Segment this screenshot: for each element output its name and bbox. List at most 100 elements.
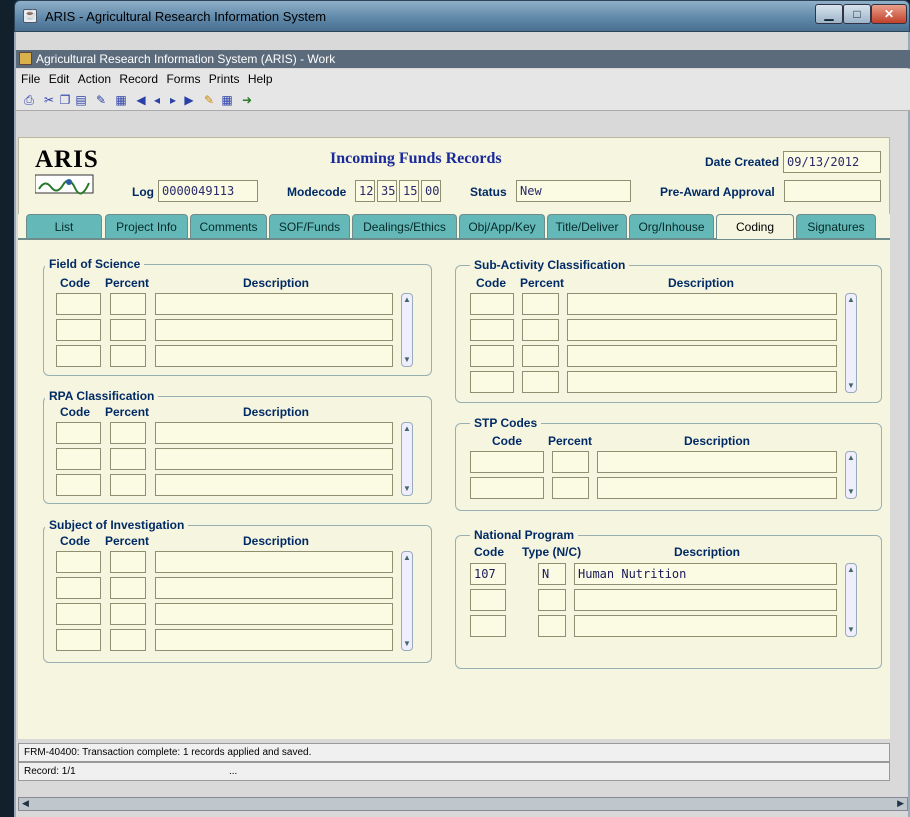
fos-percent-1[interactable] xyxy=(110,293,146,315)
modecode-field-4[interactable]: 00 xyxy=(421,180,441,202)
rpa-desc-3[interactable] xyxy=(155,474,393,496)
tab-sof-funds[interactable]: SOF/Funds xyxy=(269,214,350,238)
np-desc-3[interactable] xyxy=(574,615,837,637)
stp-scrollbar[interactable]: ▲ ▼ xyxy=(845,451,857,499)
tab-project-info[interactable]: Project Info xyxy=(105,214,188,238)
fos-desc-1[interactable] xyxy=(155,293,393,315)
modecode-field-1[interactable]: 12 xyxy=(355,180,375,202)
tab-dealings-ethics[interactable]: Dealings/Ethics xyxy=(352,214,457,238)
sac-code-1[interactable] xyxy=(470,293,514,315)
rpa-percent-1[interactable] xyxy=(110,422,146,444)
menu-help[interactable]: Help xyxy=(248,72,273,86)
rpa-code-3[interactable] xyxy=(56,474,101,496)
rpa-scrollbar[interactable]: ▲ ▼ xyxy=(401,422,413,496)
soi-code-4[interactable] xyxy=(56,629,101,651)
sac-code-4[interactable] xyxy=(470,371,514,393)
menu-action[interactable]: Action xyxy=(78,72,111,86)
fos-code-2[interactable] xyxy=(56,319,101,341)
np-code-1[interactable]: 107 xyxy=(470,563,506,585)
soi-code-2[interactable] xyxy=(56,577,101,599)
soi-desc-2[interactable] xyxy=(155,577,393,599)
menu-edit[interactable]: Edit xyxy=(49,72,70,86)
date-created-field[interactable]: 09/13/2012 xyxy=(783,151,881,173)
rpa-code-1[interactable] xyxy=(56,422,101,444)
fos-percent-3[interactable] xyxy=(110,345,146,367)
rpa-desc-1[interactable] xyxy=(155,422,393,444)
tab-obj-app-key[interactable]: Obj/App/Key xyxy=(459,214,545,238)
scroll-up-icon[interactable]: ▲ xyxy=(403,296,411,304)
rpa-percent-3[interactable] xyxy=(110,474,146,496)
minimize-button[interactable]: ▁ xyxy=(815,4,843,24)
np-code-3[interactable] xyxy=(470,615,506,637)
scroll-up-icon[interactable]: ▲ xyxy=(847,566,855,574)
edit-icon[interactable]: ✎ xyxy=(94,93,108,107)
scroll-right-icon[interactable]: ▶ xyxy=(897,798,904,809)
rpa-desc-2[interactable] xyxy=(155,448,393,470)
rpa-code-2[interactable] xyxy=(56,448,101,470)
soi-code-1[interactable] xyxy=(56,551,101,573)
tab-org-inhouse[interactable]: Org/Inhouse xyxy=(629,214,714,238)
sac-code-3[interactable] xyxy=(470,345,514,367)
scroll-up-icon[interactable]: ▲ xyxy=(847,454,855,462)
query-icon[interactable]: ▦ xyxy=(114,93,128,107)
sac-percent-1[interactable] xyxy=(522,293,559,315)
scroll-up-icon[interactable]: ▲ xyxy=(847,296,855,304)
stp-percent-1[interactable] xyxy=(552,451,589,473)
tab-coding[interactable]: Coding xyxy=(716,214,794,239)
np-type-1[interactable]: N xyxy=(538,563,566,585)
horizontal-scrollbar[interactable]: ◀ ▶ xyxy=(18,797,908,811)
sac-desc-4[interactable] xyxy=(567,371,837,393)
soi-desc-3[interactable] xyxy=(155,603,393,625)
save-icon[interactable]: ✎ xyxy=(202,93,216,107)
close-button[interactable]: ✕ xyxy=(871,4,907,24)
np-scrollbar[interactable]: ▲ ▼ xyxy=(845,563,857,637)
soi-desc-4[interactable] xyxy=(155,629,393,651)
log-field[interactable]: 0000049113 xyxy=(158,180,258,202)
print-icon[interactable]: ⎙ xyxy=(22,93,36,107)
stp-code-2[interactable] xyxy=(470,477,544,499)
menu-prints[interactable]: Prints xyxy=(209,72,240,86)
scroll-up-icon[interactable]: ▲ xyxy=(403,425,411,433)
np-type-2[interactable] xyxy=(538,589,566,611)
last-record-icon[interactable]: ▶ xyxy=(182,93,196,107)
sac-percent-4[interactable] xyxy=(522,371,559,393)
rpa-percent-2[interactable] xyxy=(110,448,146,470)
tab-signatures[interactable]: Signatures xyxy=(796,214,876,238)
sac-scrollbar[interactable]: ▲ ▼ xyxy=(845,293,857,393)
tab-comments[interactable]: Comments xyxy=(190,214,267,238)
np-type-3[interactable] xyxy=(538,615,566,637)
np-desc-1[interactable]: Human Nutrition xyxy=(574,563,837,585)
scroll-down-icon[interactable]: ▼ xyxy=(403,485,411,493)
scroll-up-icon[interactable]: ▲ xyxy=(403,554,411,562)
stp-percent-2[interactable] xyxy=(552,477,589,499)
menu-record[interactable]: Record xyxy=(119,72,158,86)
help-icon[interactable]: ▦ xyxy=(220,93,234,107)
scroll-left-icon[interactable]: ◀ xyxy=(22,798,29,809)
sac-percent-2[interactable] xyxy=(522,319,559,341)
np-desc-2[interactable] xyxy=(574,589,837,611)
sac-desc-2[interactable] xyxy=(567,319,837,341)
sac-desc-1[interactable] xyxy=(567,293,837,315)
soi-percent-4[interactable] xyxy=(110,629,146,651)
previous-record-icon[interactable]: ◂ xyxy=(150,93,164,107)
exit-icon[interactable]: ➜ xyxy=(240,93,254,107)
next-record-icon[interactable]: ▸ xyxy=(166,93,180,107)
soi-percent-2[interactable] xyxy=(110,577,146,599)
scroll-down-icon[interactable]: ▼ xyxy=(847,382,855,390)
np-code-2[interactable] xyxy=(470,589,506,611)
sac-desc-3[interactable] xyxy=(567,345,837,367)
soi-desc-1[interactable] xyxy=(155,551,393,573)
menu-file[interactable]: File xyxy=(21,72,40,86)
modecode-field-2[interactable]: 35 xyxy=(377,180,397,202)
first-record-icon[interactable]: ◀ xyxy=(134,93,148,107)
copy-icon[interactable]: ❐ xyxy=(58,93,72,107)
scroll-down-icon[interactable]: ▼ xyxy=(847,488,855,496)
fos-desc-3[interactable] xyxy=(155,345,393,367)
paste-icon[interactable]: ▤ xyxy=(74,93,88,107)
cut-icon[interactable]: ✂ xyxy=(42,93,56,107)
fos-code-1[interactable] xyxy=(56,293,101,315)
soi-percent-1[interactable] xyxy=(110,551,146,573)
soi-scrollbar[interactable]: ▲ ▼ xyxy=(401,551,413,651)
modecode-field-3[interactable]: 15 xyxy=(399,180,419,202)
soi-code-3[interactable] xyxy=(56,603,101,625)
